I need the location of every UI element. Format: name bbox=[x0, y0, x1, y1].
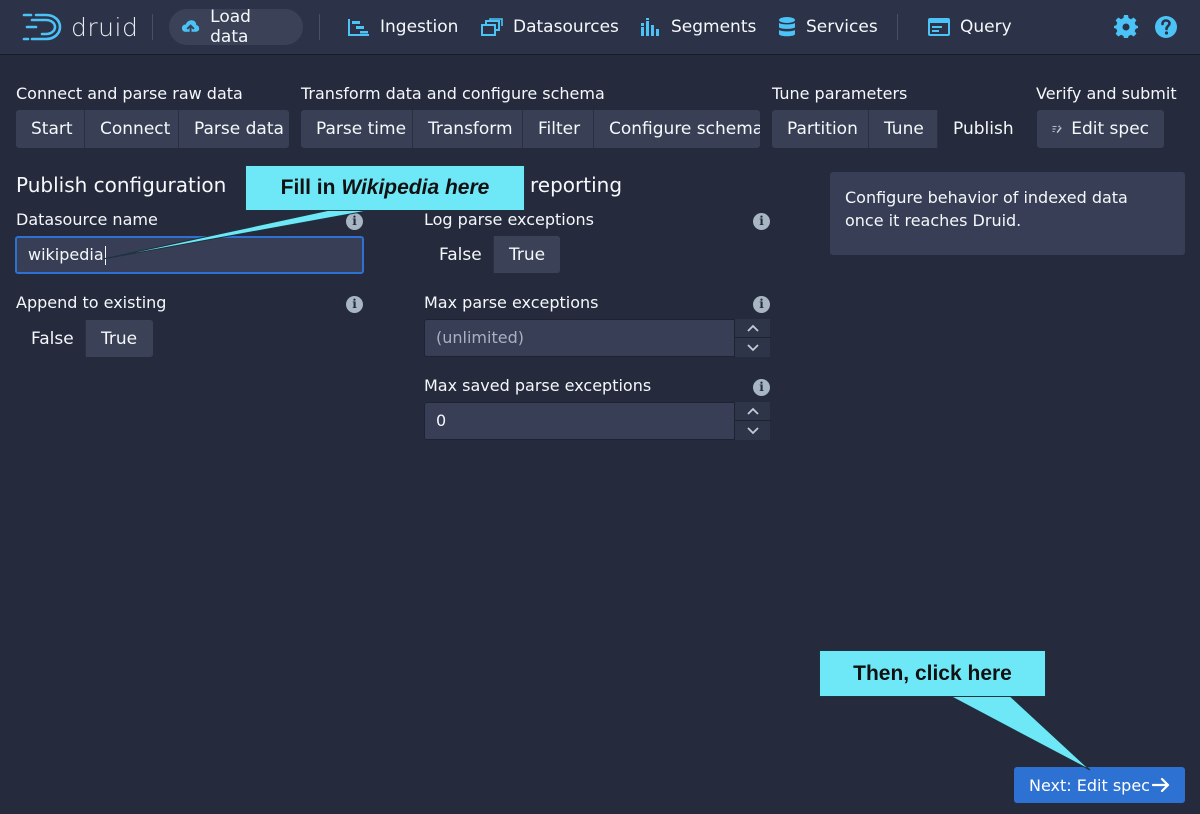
max-parse-exceptions-label: Max parse exceptions bbox=[424, 293, 599, 312]
next-edit-spec-button[interactable]: Next: Edit spec bbox=[1014, 767, 1185, 803]
druid-logo-icon bbox=[22, 13, 62, 41]
step-edit-spec[interactable]: Edit spec bbox=[1037, 110, 1164, 148]
step-tune[interactable]: Tune bbox=[869, 110, 938, 148]
step-group-tune: Partition Tune Publish bbox=[772, 110, 1026, 148]
fill-in-callout-prefix: Fill in bbox=[280, 176, 342, 199]
click-here-callout: Then, click here bbox=[819, 650, 1046, 697]
nav-label: Query bbox=[960, 17, 1012, 37]
step-connect[interactable]: Connect bbox=[85, 110, 179, 148]
step-configure-schema[interactable]: Configure schema bbox=[594, 110, 760, 148]
step-start[interactable]: Start bbox=[16, 110, 85, 148]
gear-icon bbox=[1114, 15, 1138, 38]
nav-datasources[interactable]: Datasources bbox=[469, 9, 631, 45]
max-parse-exceptions-placeholder: (unlimited) bbox=[436, 328, 524, 347]
chevron-up-icon bbox=[747, 324, 759, 332]
step-group-label: Tune parameters bbox=[772, 84, 908, 103]
nav-query[interactable]: Query bbox=[916, 9, 1024, 45]
info-icon[interactable]: i bbox=[753, 379, 770, 396]
decrement-button[interactable] bbox=[735, 421, 771, 440]
nav-divider bbox=[152, 14, 153, 40]
nav-label: Load data bbox=[210, 7, 251, 47]
help-icon bbox=[1155, 16, 1177, 38]
max-saved-parse-exceptions-label: Max saved parse exceptions bbox=[424, 376, 652, 395]
info-icon[interactable]: i bbox=[346, 296, 363, 313]
step-parse-data[interactable]: Parse data bbox=[179, 110, 289, 148]
info-icon[interactable]: i bbox=[346, 213, 363, 230]
logo-text: druid bbox=[71, 12, 139, 42]
datasource-name-input[interactable]: wikipedia bbox=[15, 236, 364, 274]
nav-label: Datasources bbox=[513, 17, 619, 37]
chevron-up-icon bbox=[747, 407, 759, 415]
log-true-button[interactable]: True bbox=[494, 236, 560, 273]
numeric-stepper bbox=[734, 402, 771, 440]
decrement-button[interactable] bbox=[735, 338, 771, 357]
step-filter[interactable]: Filter bbox=[523, 110, 594, 148]
step-transform[interactable]: Transform bbox=[413, 110, 523, 148]
nav-label: Services bbox=[806, 17, 878, 37]
step-group-verify: Edit spec bbox=[1037, 110, 1164, 148]
cloud-upload-icon bbox=[181, 20, 200, 35]
fill-in-callout: Fill in Wikipedia here bbox=[245, 165, 525, 211]
log-parse-exceptions-label: Log parse exceptions bbox=[424, 210, 594, 229]
druid-logo[interactable]: druid bbox=[22, 9, 138, 45]
edit-spec-icon bbox=[1052, 125, 1062, 134]
nav-label: Segments bbox=[671, 17, 757, 37]
text-caret bbox=[104, 246, 106, 265]
help-button[interactable] bbox=[1154, 15, 1178, 39]
append-false-button[interactable]: False bbox=[16, 320, 86, 357]
publish-help-panel: Configure behavior of indexed data once … bbox=[830, 172, 1185, 255]
log-false-button[interactable]: False bbox=[424, 236, 494, 273]
settings-button[interactable] bbox=[1114, 15, 1138, 39]
nav-segments[interactable]: Segments bbox=[627, 9, 768, 45]
nav-load-data[interactable]: Load data bbox=[169, 7, 303, 47]
max-saved-parse-exceptions-input[interactable]: 0 bbox=[424, 402, 771, 440]
increment-button[interactable] bbox=[735, 402, 771, 421]
increment-button[interactable] bbox=[735, 319, 771, 338]
step-group-label: Connect and parse raw data bbox=[16, 84, 243, 103]
next-button-label: Next: Edit spec bbox=[1029, 775, 1150, 795]
stacked-chart-icon bbox=[641, 18, 659, 36]
step-group-connect: Start Connect Parse data bbox=[16, 110, 289, 148]
gantt-chart-icon bbox=[348, 19, 369, 36]
nav-ingestion[interactable]: Ingestion bbox=[336, 9, 470, 45]
step-partition[interactable]: Partition bbox=[772, 110, 869, 148]
numeric-stepper bbox=[734, 319, 771, 357]
fill-in-callout-emphasis: Wikipedia here bbox=[341, 176, 490, 199]
chevron-down-icon bbox=[747, 426, 759, 434]
arrow-right-icon bbox=[1152, 777, 1170, 793]
append-to-existing-label: Append to existing bbox=[16, 293, 167, 312]
max-saved-parse-exceptions-value: 0 bbox=[436, 411, 447, 430]
append-to-existing-toggle: False True bbox=[16, 320, 153, 357]
step-parse-time[interactable]: Parse time bbox=[301, 110, 413, 148]
nav-divider bbox=[897, 14, 898, 40]
nav-services[interactable]: Services bbox=[766, 9, 890, 45]
nav-divider bbox=[319, 14, 320, 40]
info-icon[interactable]: i bbox=[753, 213, 770, 230]
max-parse-exceptions-input[interactable]: (unlimited) bbox=[424, 319, 771, 357]
top-navbar: druid Load data Ingestion Datasources Se… bbox=[0, 0, 1200, 54]
datasource-name-label: Datasource name bbox=[16, 210, 158, 229]
log-parse-exceptions-toggle: False True bbox=[424, 236, 560, 273]
nav-label: Ingestion bbox=[380, 17, 459, 37]
info-icon[interactable]: i bbox=[753, 296, 770, 313]
step-group-label: Transform data and configure schema bbox=[301, 84, 605, 103]
step-group-transform: Parse time Transform Filter Configure sc… bbox=[301, 110, 760, 148]
chevron-down-icon bbox=[747, 343, 759, 351]
step-group-label: Verify and submit bbox=[1036, 84, 1177, 103]
database-icon bbox=[779, 17, 795, 37]
step-publish[interactable]: Publish bbox=[938, 110, 1026, 148]
append-true-button[interactable]: True bbox=[86, 320, 153, 357]
multi-select-icon bbox=[481, 18, 503, 36]
parse-error-reporting-title: reporting bbox=[530, 173, 623, 197]
publish-configuration-title: Publish configuration bbox=[16, 173, 227, 197]
application-icon bbox=[928, 18, 950, 36]
step-edit-spec-label: Edit spec bbox=[1071, 119, 1149, 139]
datasource-name-value: wikipedia bbox=[28, 245, 104, 264]
